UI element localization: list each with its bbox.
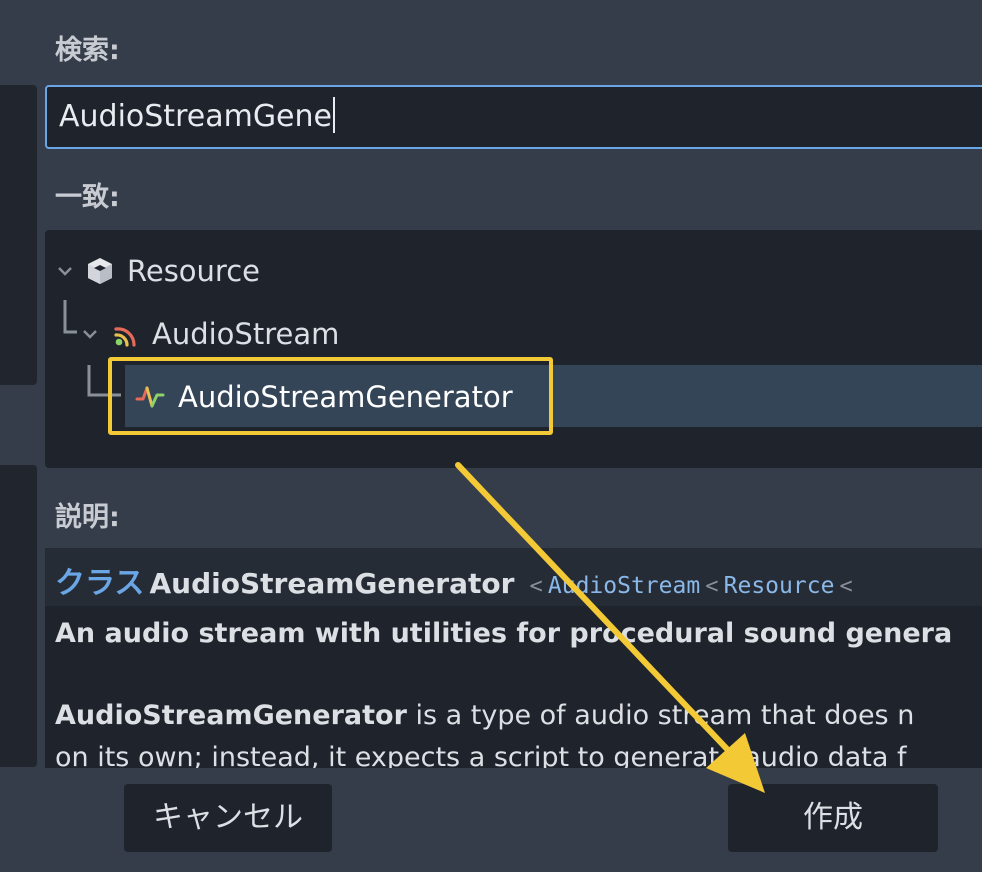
chevron-down-icon[interactable] (55, 261, 75, 281)
matches-label: 一致: (55, 182, 120, 213)
description-body-text: is a type of audio stream that does n (406, 700, 915, 731)
class-name: AudioStreamGenerator (149, 567, 515, 600)
cube-icon (88, 258, 112, 284)
class-word: クラス (55, 566, 145, 601)
left-panel-top (0, 85, 37, 385)
chevron-down-icon[interactable] (80, 324, 100, 344)
description-summary: An audio stream with utilities for proce… (55, 618, 953, 649)
description-body: AudioStreamGenerator is a type of audio … (55, 700, 914, 731)
parent-class-link[interactable]: AudioStream (548, 573, 700, 599)
search-input-value: AudioStreamGene (59, 99, 332, 134)
left-panel-bottom (0, 465, 37, 767)
tree-item-resource[interactable]: Resource (55, 252, 260, 290)
cancel-button[interactable]: キャンセル (124, 784, 332, 852)
parent-class-link[interactable]: Resource (724, 573, 835, 599)
tree-item-label: AudioStream (152, 317, 340, 351)
description-body-bold: AudioStreamGenerator (55, 700, 407, 731)
create-button[interactable]: 作成 (728, 784, 938, 852)
highlight-annotation-box (108, 357, 553, 435)
search-label: 検索: (55, 35, 120, 66)
inherit-separator: < (705, 574, 719, 599)
description-label: 説明: (55, 502, 120, 533)
inherit-separator: < (839, 574, 853, 599)
class-header: クラス AudioStreamGenerator < AudioStream <… (55, 558, 853, 602)
inherit-separator: < (529, 574, 543, 599)
text-caret (333, 96, 335, 133)
audio-stream-icon (114, 327, 136, 347)
tree-item-audiostream[interactable]: AudioStream (80, 315, 339, 353)
search-input[interactable]: AudioStreamGene (45, 85, 982, 149)
tree-item-label: Resource (127, 254, 260, 288)
